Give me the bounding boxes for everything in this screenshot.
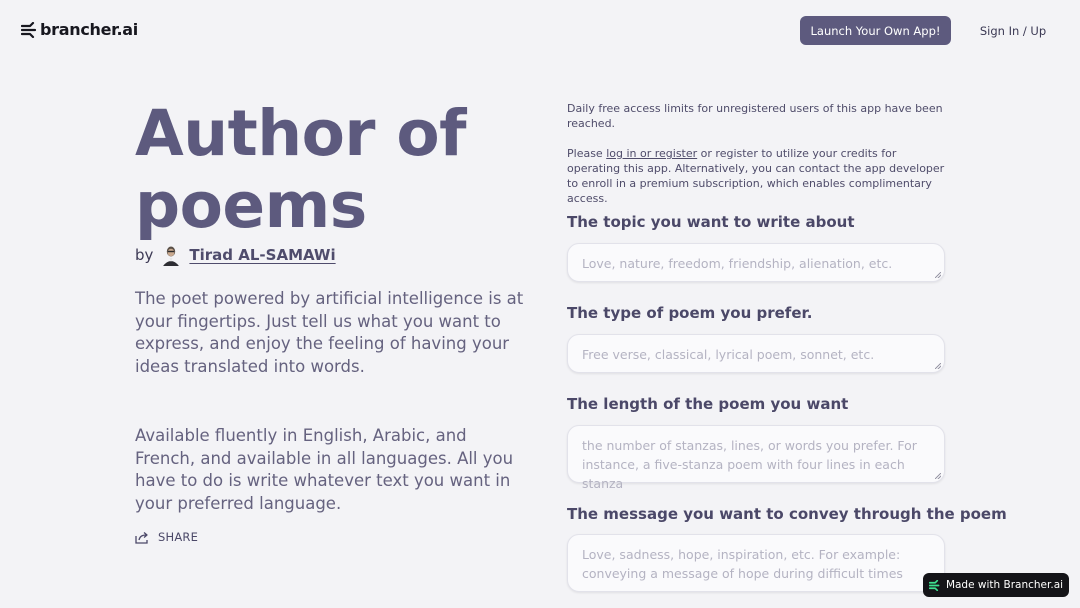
author-link[interactable]: Tirad AL-SAMAWi	[189, 246, 335, 264]
topic-input[interactable]: Love, nature, freedom, friendship, alien…	[567, 243, 945, 282]
share-button[interactable]: SHARE	[135, 530, 198, 544]
by-label: by	[135, 246, 154, 264]
access-limit-notice: Daily free access limits for unregistere…	[567, 101, 945, 206]
topic-label: The topic you want to write about	[567, 213, 855, 231]
length-input[interactable]: the number of stanzas, lines, or words y…	[567, 425, 945, 491]
brancher-logo-icon	[21, 21, 37, 38]
type-label: The type of poem you prefer.	[567, 304, 813, 322]
message-label: The message you want to convey through t…	[567, 505, 1007, 523]
brancher-badge-icon	[928, 579, 940, 591]
author-avatar-icon	[161, 244, 182, 266]
notice-text: Please	[567, 147, 607, 160]
share-label: SHARE	[158, 530, 199, 544]
notice-line2: Please log in or register or register to…	[567, 146, 945, 206]
sign-in-link[interactable]: Sign In / Up	[972, 16, 1054, 45]
made-with-badge[interactable]: Made with Brancher.ai	[923, 573, 1069, 597]
made-with-label: Made with Brancher.ai	[945, 579, 1064, 591]
notice-line1: Daily free access limits for unregistere…	[567, 102, 943, 130]
byline: by Tirad AL-SAMAWi	[135, 244, 336, 266]
message-input[interactable]: Love, sadness, hope, inspiration, etc. F…	[567, 534, 945, 592]
length-label: The length of the poem you want	[567, 395, 849, 413]
share-icon	[135, 531, 148, 544]
page-title: Author of poems	[135, 97, 467, 242]
app-languages-description: Available fluently in English, Arabic, a…	[135, 426, 514, 513]
app-description: The poet powered by artificial intellige…	[135, 289, 524, 376]
avatar[interactable]	[161, 244, 182, 266]
login-register-link[interactable]: log in or register	[606, 147, 697, 160]
brancher-logo[interactable]: brancher.ai	[21, 20, 138, 39]
launch-app-button[interactable]: Launch Your Own App!	[800, 16, 951, 45]
type-input[interactable]: Free verse, classical, lyrical poem, son…	[567, 334, 945, 373]
logo-text: brancher.ai	[40, 20, 138, 39]
